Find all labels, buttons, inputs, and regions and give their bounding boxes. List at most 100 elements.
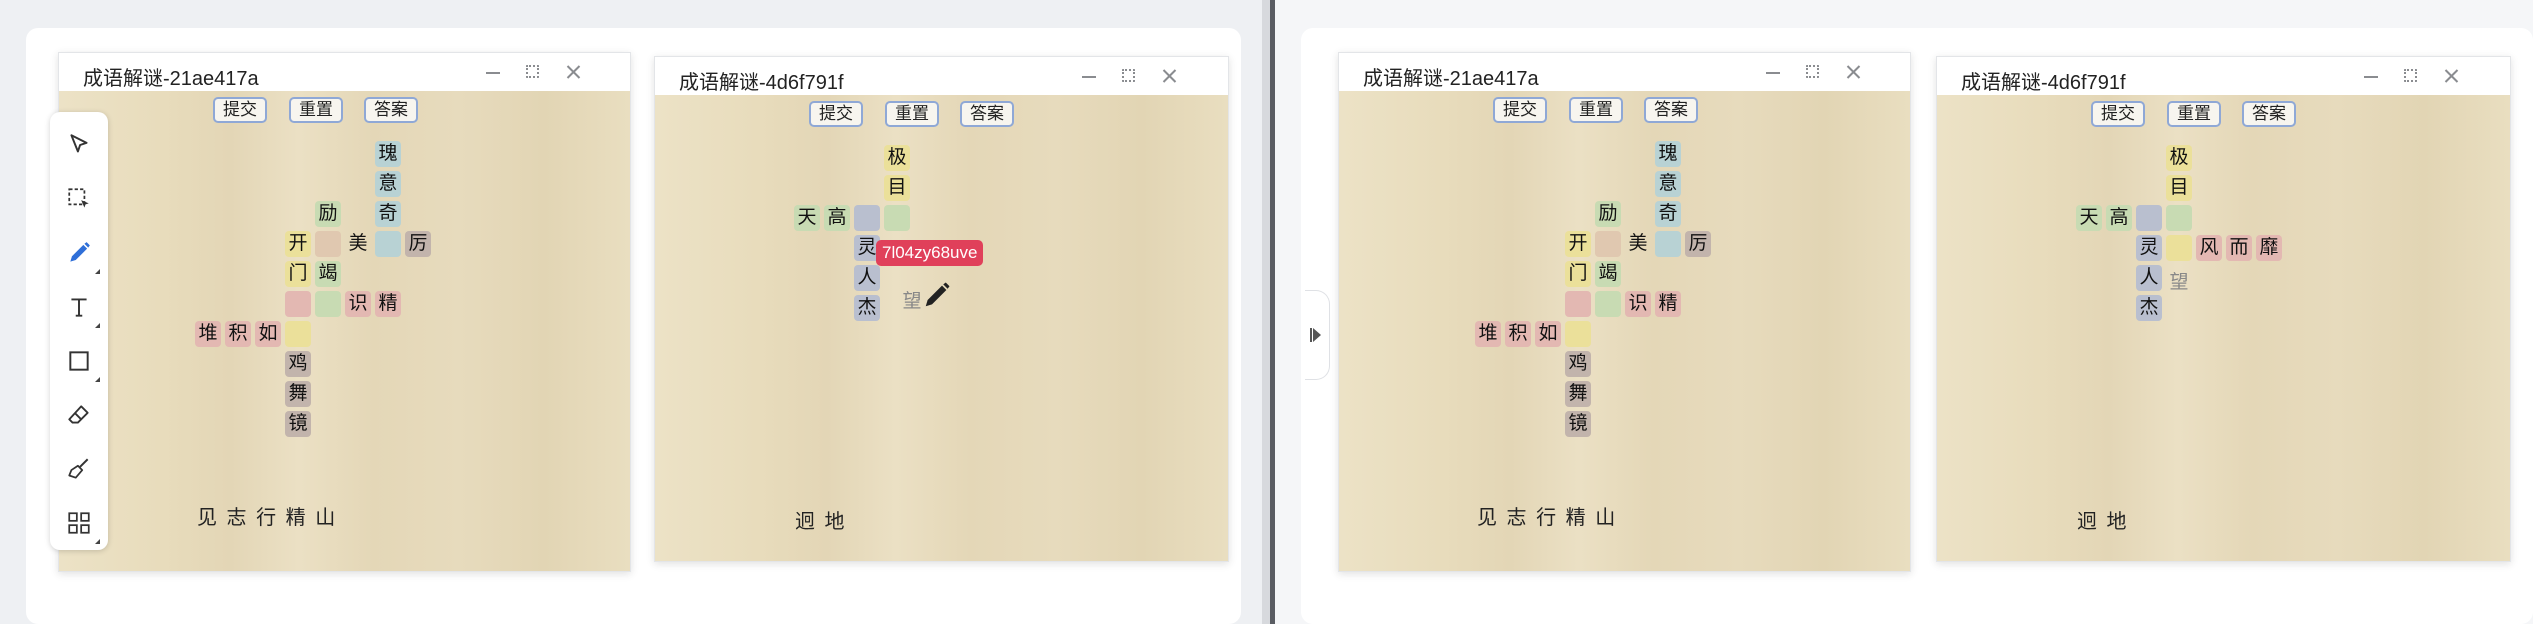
grid-cell[interactable]: 瑰 (375, 141, 401, 167)
grid-cell[interactable]: 目 (884, 175, 910, 201)
grid-cell[interactable]: 天 (794, 205, 820, 231)
grid-cell[interactable]: 风 (2196, 235, 2222, 261)
grid-cell[interactable]: 奇 (375, 201, 401, 227)
grid-cell-empty[interactable] (1565, 291, 1591, 317)
grid-cell-empty[interactable] (2136, 205, 2162, 231)
grid-cell[interactable]: 极 (2166, 145, 2192, 171)
grid-cell[interactable]: 高 (2106, 205, 2132, 231)
maximize-button[interactable] (515, 53, 551, 91)
grid-cell-empty[interactable] (1595, 231, 1621, 257)
grid-cell[interactable]: 极 (884, 145, 910, 171)
grid-cell[interactable]: 灵 (2136, 235, 2162, 261)
answer-button[interactable]: 答案 (960, 101, 1014, 127)
minimize-button[interactable] (1755, 53, 1791, 91)
grid-cell[interactable]: 奇 (1655, 201, 1681, 227)
close-button[interactable] (1835, 53, 1871, 91)
grid-cell[interactable]: 励 (315, 201, 341, 227)
grid-cell[interactable]: 厉 (405, 231, 431, 257)
grid-cell[interactable]: 镜 (1565, 411, 1591, 437)
eraser-tool-button[interactable] (60, 396, 98, 434)
maximize-button[interactable] (1795, 53, 1831, 91)
grid-cell[interactable]: 识 (345, 291, 371, 317)
grid-cell[interactable]: 精 (375, 291, 401, 317)
word-bank[interactable]: 见 志 行 精 山 (197, 501, 337, 530)
grid-cell[interactable]: 竭 (315, 261, 341, 287)
answer-button[interactable]: 答案 (364, 97, 418, 123)
grid-cell-empty[interactable] (2166, 235, 2192, 261)
grid-cell-empty[interactable] (1565, 321, 1591, 347)
grid-cell[interactable]: 靡 (2256, 235, 2282, 261)
grid-cell[interactable]: 杰 (854, 295, 880, 321)
grid-cell[interactable]: 鸡 (285, 351, 311, 377)
grid-cell[interactable]: 竭 (1595, 261, 1621, 287)
grid-cell-empty[interactable] (285, 291, 311, 317)
grid-cell-empty[interactable] (854, 205, 880, 231)
grid-cell[interactable]: 而 (2226, 235, 2252, 261)
grid-cell[interactable]: 鸡 (1565, 351, 1591, 377)
rectangle-tool-button[interactable] (60, 342, 100, 382)
grid-cell[interactable]: 堆 (195, 321, 221, 347)
grid-cell[interactable]: 门 (285, 261, 311, 287)
grid-cell-empty[interactable] (375, 231, 401, 257)
grid-cell-empty[interactable] (315, 231, 341, 257)
window-titlebar[interactable]: 成语解谜-21ae417a (59, 53, 630, 91)
minimize-button[interactable] (2353, 57, 2389, 95)
grid-cell[interactable]: 天 (2076, 205, 2102, 231)
close-button[interactable] (1151, 57, 1187, 95)
grid-cell[interactable]: 望 (2166, 270, 2192, 296)
word-bank[interactable]: 迥 地 (795, 505, 847, 534)
grid-cell[interactable]: 意 (1655, 171, 1681, 197)
grid-cell-empty[interactable] (1595, 291, 1621, 317)
reset-button[interactable]: 重置 (2167, 101, 2221, 127)
grid-cell[interactable]: 人 (2136, 265, 2162, 291)
grid-cell[interactable]: 舞 (285, 381, 311, 407)
submit-button[interactable]: 提交 (1493, 97, 1547, 123)
grid-cell[interactable]: 意 (375, 171, 401, 197)
grid-cell[interactable]: 如 (1535, 321, 1561, 347)
grid-cell[interactable]: 门 (1565, 261, 1591, 287)
grid-cell-empty[interactable] (884, 205, 910, 231)
submit-button[interactable]: 提交 (809, 101, 863, 127)
grid-cell[interactable]: 堆 (1475, 321, 1501, 347)
submit-button[interactable]: 提交 (213, 97, 267, 123)
grid-cell[interactable]: 杰 (2136, 295, 2162, 321)
word-bank[interactable]: 迥 地 (2077, 505, 2129, 534)
minimize-button[interactable] (1071, 57, 1107, 95)
grid-tool-button[interactable] (60, 504, 100, 544)
window-titlebar[interactable]: 成语解谜-4d6f791f (655, 57, 1228, 95)
marquee-select-tool-button[interactable] (60, 180, 98, 218)
grid-cell[interactable]: 励 (1595, 201, 1621, 227)
word-bank[interactable]: 见 志 行 精 山 (1477, 501, 1617, 530)
minimize-button[interactable] (475, 53, 511, 91)
window-titlebar[interactable]: 成语解谜-4d6f791f (1937, 57, 2510, 95)
grid-cell[interactable]: 开 (1565, 231, 1591, 257)
grid-cell[interactable]: 积 (225, 321, 251, 347)
grid-cell[interactable]: 美 (1625, 231, 1651, 257)
grid-cell[interactable]: 目 (2166, 175, 2192, 201)
grid-cell[interactable]: 精 (1655, 291, 1681, 317)
maximize-button[interactable] (1111, 57, 1147, 95)
maximize-button[interactable] (2393, 57, 2429, 95)
window-titlebar[interactable]: 成语解谜-21ae417a (1339, 53, 1910, 91)
reset-button[interactable]: 重置 (289, 97, 343, 123)
grid-cell-empty[interactable] (2166, 205, 2192, 231)
grid-cell[interactable]: 开 (285, 231, 311, 257)
submit-button[interactable]: 提交 (2091, 101, 2145, 127)
close-button[interactable] (555, 53, 591, 91)
grid-cell[interactable]: 厉 (1685, 231, 1711, 257)
grid-cell[interactable]: 高 (824, 205, 850, 231)
reset-button[interactable]: 重置 (1569, 97, 1623, 123)
text-tool-button[interactable] (60, 288, 100, 328)
grid-cell[interactable]: 人 (854, 265, 880, 291)
grid-cell[interactable]: 瑰 (1655, 141, 1681, 167)
grid-cell[interactable]: 如 (255, 321, 281, 347)
grid-cell[interactable]: 镜 (285, 411, 311, 437)
select-tool-button[interactable] (60, 126, 98, 164)
answer-button[interactable]: 答案 (2242, 101, 2296, 127)
close-button[interactable] (2433, 57, 2469, 95)
broom-tool-button[interactable] (60, 450, 98, 488)
expand-panel-button[interactable] (1305, 290, 1330, 380)
grid-cell[interactable]: 积 (1505, 321, 1531, 347)
grid-cell-empty[interactable] (285, 321, 311, 347)
grid-cell-empty[interactable] (315, 291, 341, 317)
